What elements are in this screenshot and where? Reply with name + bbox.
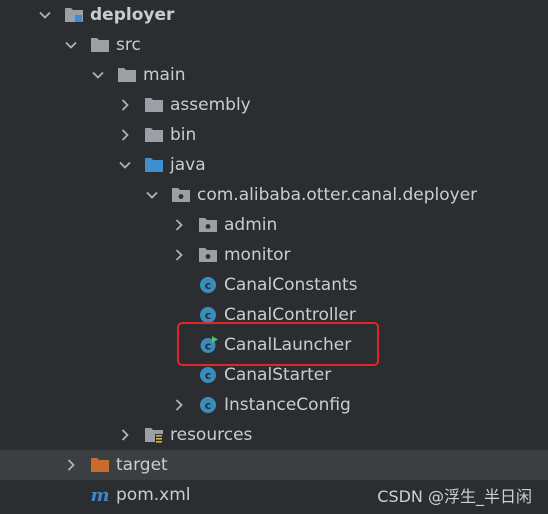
tree-item-monitor[interactable]: monitor	[0, 240, 548, 270]
tree-item-label: main	[143, 65, 186, 85]
tree-item-instance-config[interactable]: c InstanceConfig	[0, 390, 548, 420]
svg-text:m: m	[90, 486, 109, 504]
tree-item-label: src	[116, 35, 141, 55]
folder-icon	[144, 126, 164, 144]
tree-item-label: java	[170, 155, 206, 175]
chevron-down-icon[interactable]	[118, 158, 132, 172]
class-icon: c	[198, 366, 218, 384]
chevron-down-icon[interactable]	[64, 38, 78, 52]
chevron-down-icon[interactable]	[145, 188, 159, 202]
svg-text:c: c	[205, 399, 212, 412]
chevron-down-icon[interactable]	[38, 8, 52, 22]
class-icon: c	[198, 396, 218, 414]
chevron-right-icon[interactable]	[172, 398, 186, 412]
package-icon	[198, 246, 218, 264]
module-folder-icon	[64, 6, 84, 24]
resources-folder-icon	[144, 426, 164, 444]
maven-icon: m	[90, 486, 110, 504]
chevron-right-icon[interactable]	[118, 98, 132, 112]
highlight-box	[177, 322, 379, 366]
svg-text:c: c	[205, 309, 212, 322]
excluded-folder-icon	[90, 456, 110, 474]
tree-item-label: com.alibaba.otter.canal.deployer	[197, 185, 478, 205]
folder-icon	[117, 66, 137, 84]
svg-text:c: c	[205, 279, 212, 292]
source-root-folder-icon	[144, 156, 164, 174]
tree-item-label: resources	[170, 425, 253, 445]
tree-item-resources[interactable]: resources	[0, 420, 548, 450]
tree-item-label: bin	[170, 125, 197, 145]
folder-icon	[144, 96, 164, 114]
tree-item-main[interactable]: main	[0, 60, 548, 90]
tree-item-admin[interactable]: admin	[0, 210, 548, 240]
project-tree: deployer src main assembly bin java com.…	[0, 0, 548, 514]
tree-item-src[interactable]: src	[0, 30, 548, 60]
tree-item-label: monitor	[224, 245, 291, 265]
folder-icon	[90, 36, 110, 54]
tree-item-label: deployer	[90, 5, 175, 25]
chevron-right-icon[interactable]	[118, 128, 132, 142]
tree-item-label: assembly	[170, 95, 251, 115]
tree-item-java[interactable]: java	[0, 150, 548, 180]
watermark: CSDN @浮生_半日闲	[377, 487, 532, 506]
tree-item-label: pom.xml	[116, 485, 191, 505]
package-icon	[198, 216, 218, 234]
tree-item-assembly[interactable]: assembly	[0, 90, 548, 120]
tree-item-label: CanalConstants	[224, 275, 358, 295]
chevron-right-icon[interactable]	[172, 218, 186, 232]
chevron-right-icon[interactable]	[118, 428, 132, 442]
tree-item-bin[interactable]: bin	[0, 120, 548, 150]
chevron-right-icon[interactable]	[172, 248, 186, 262]
tree-item-target[interactable]: target	[0, 450, 548, 480]
tree-item-label: admin	[224, 215, 278, 235]
tree-item-label: target	[116, 455, 168, 475]
chevron-down-icon[interactable]	[91, 68, 105, 82]
tree-item-deployer[interactable]: deployer	[0, 0, 548, 30]
tree-item-label: CanalStarter	[224, 365, 332, 385]
class-icon: c	[198, 276, 218, 294]
chevron-right-icon[interactable]	[64, 458, 78, 472]
tree-item-label: InstanceConfig	[224, 395, 351, 415]
tree-item-canal-constants[interactable]: c CanalConstants	[0, 270, 548, 300]
svg-text:c: c	[205, 369, 212, 382]
package-icon	[171, 186, 191, 204]
tree-item-package[interactable]: com.alibaba.otter.canal.deployer	[0, 180, 548, 210]
